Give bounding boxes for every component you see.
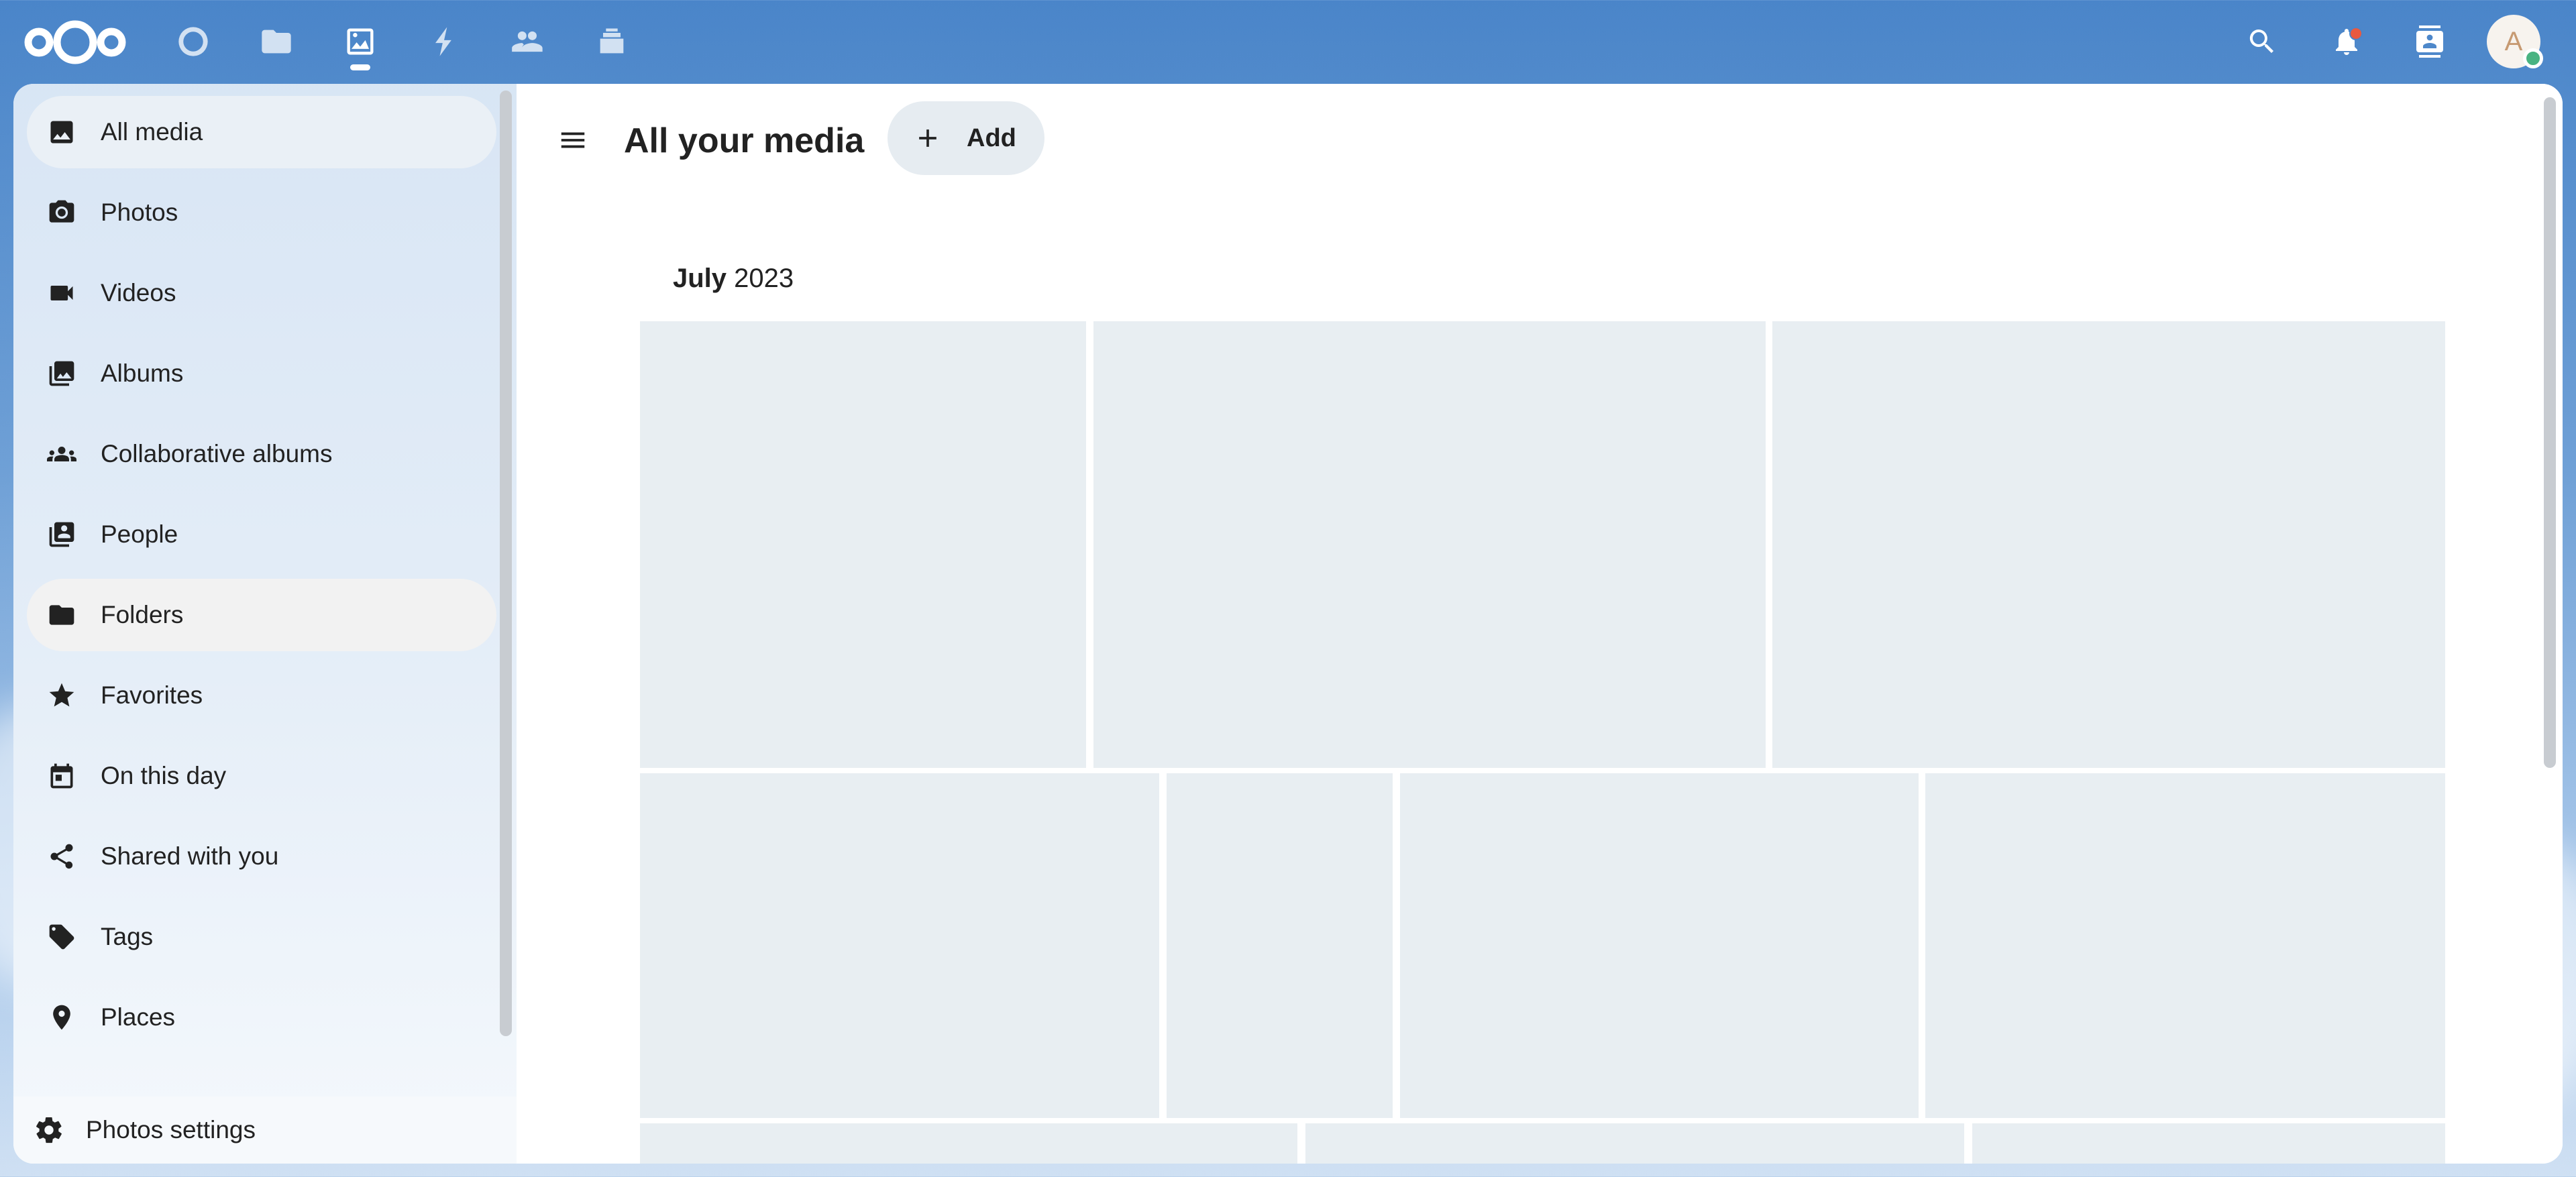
app-navigation: All media Photos Videos Albums Collabora…	[13, 84, 517, 1164]
photo-tile[interactable]	[640, 1123, 1297, 1164]
photo-tile[interactable]	[1925, 773, 2445, 1118]
month-name: July	[673, 264, 727, 293]
video-icon	[46, 277, 78, 309]
settings-label: Photos settings	[86, 1116, 256, 1143]
sidebar-scrollbar[interactable]	[500, 91, 512, 1036]
sidebar-item-label: Folders	[101, 601, 184, 628]
hamburger-menu-icon	[561, 132, 585, 148]
photo-tile[interactable]	[1772, 321, 2445, 768]
image-icon	[46, 116, 78, 148]
sidebar-item-places[interactable]: Places	[27, 981, 496, 1054]
contacts-icon[interactable]	[506, 20, 549, 63]
sidebar-item-label: Collaborative albums	[101, 440, 333, 467]
camera-icon	[46, 197, 78, 229]
photo-tile[interactable]	[1400, 773, 1919, 1118]
sidebar-item-albums[interactable]: Albums	[27, 337, 496, 410]
sidebar-item-collaborative-albums[interactable]: Collaborative albums	[27, 418, 496, 490]
sidebar-item-videos[interactable]: Videos	[27, 257, 496, 329]
plus-icon	[919, 129, 936, 147]
map-marker-icon	[46, 1001, 78, 1033]
page-title: All your media	[624, 121, 865, 160]
notification-badge	[2349, 27, 2363, 40]
photos-icon[interactable]	[339, 20, 382, 63]
gear-icon	[36, 1117, 62, 1143]
notifications-icon[interactable]	[2325, 20, 2368, 63]
sidebar-item-label: Albums	[101, 359, 184, 387]
photo-tile[interactable]	[1305, 1123, 1964, 1164]
online-status-indicator	[2523, 48, 2543, 68]
sidebar-item-on-this-day[interactable]: On this day	[27, 740, 496, 812]
photo-tile[interactable]	[640, 773, 1159, 1118]
year: 2023	[734, 264, 794, 293]
group-icon	[46, 438, 78, 470]
sidebar-item-tags[interactable]: Tags	[27, 901, 496, 973]
top-header: A	[0, 0, 2576, 83]
sidebar-item-label: Tags	[101, 923, 154, 950]
sidebar-item-folders[interactable]: Folders	[27, 579, 496, 651]
activity-icon[interactable]	[423, 20, 466, 63]
files-icon[interactable]	[255, 20, 298, 63]
sidebar-item-photos[interactable]: Photos	[27, 176, 496, 249]
sidebar-item-label: All media	[101, 118, 203, 146]
sidebar-item-label: Videos	[101, 279, 176, 306]
sidebar-item-label: People	[101, 520, 178, 548]
main-content: All your media Add July 2023	[517, 84, 2563, 1164]
photo-tile[interactable]	[1167, 773, 1393, 1118]
sidebar-item-people[interactable]: People	[27, 498, 496, 571]
search-icon[interactable]	[2241, 20, 2284, 63]
sidebar-item-label: Places	[101, 1003, 176, 1031]
nextcloud-logo[interactable]	[24, 19, 126, 66]
contacts-menu-icon[interactable]	[2408, 20, 2451, 63]
photo-tile[interactable]	[640, 321, 1086, 768]
sidebar-item-favorites[interactable]: Favorites	[27, 659, 496, 732]
sidebar-item-label: Photos	[101, 199, 178, 226]
people-icon	[46, 518, 78, 551]
avatar-initial: A	[2504, 26, 2523, 56]
folder-icon	[46, 599, 78, 631]
photo-tile[interactable]	[1972, 1123, 2445, 1164]
tag-icon	[46, 921, 78, 953]
toggle-navigation-button[interactable]	[553, 120, 593, 160]
photos-settings-button[interactable]: Photos settings	[34, 1106, 256, 1154]
share-icon	[46, 840, 78, 873]
main-scrollbar[interactable]	[2544, 97, 2556, 768]
add-button[interactable]: Add	[888, 101, 1044, 175]
app-content: All media Photos Videos Albums Collabora…	[13, 84, 2563, 1164]
sidebar-item-label: Favorites	[101, 681, 203, 709]
deck-icon[interactable]	[590, 20, 633, 63]
calendar-icon	[46, 760, 78, 792]
sidebar-item-all-media[interactable]: All media	[27, 96, 496, 168]
star-icon	[46, 679, 78, 712]
photo-tile[interactable]	[1093, 321, 1766, 768]
sidebar-item-shared-with-you[interactable]: Shared with you	[27, 820, 496, 893]
sidebar-item-label: On this day	[101, 762, 227, 789]
navigation-list: All media Photos Videos Albums Collabora…	[27, 96, 496, 1062]
add-button-label: Add	[967, 123, 1016, 152]
sidebar-footer: Photos settings	[13, 1097, 517, 1164]
sidebar-item-label: Shared with you	[101, 842, 279, 870]
month-heading: July 2023	[673, 264, 794, 294]
dashboard-icon[interactable]	[172, 20, 215, 63]
albums-icon	[46, 357, 78, 390]
active-app-indicator	[350, 64, 370, 70]
